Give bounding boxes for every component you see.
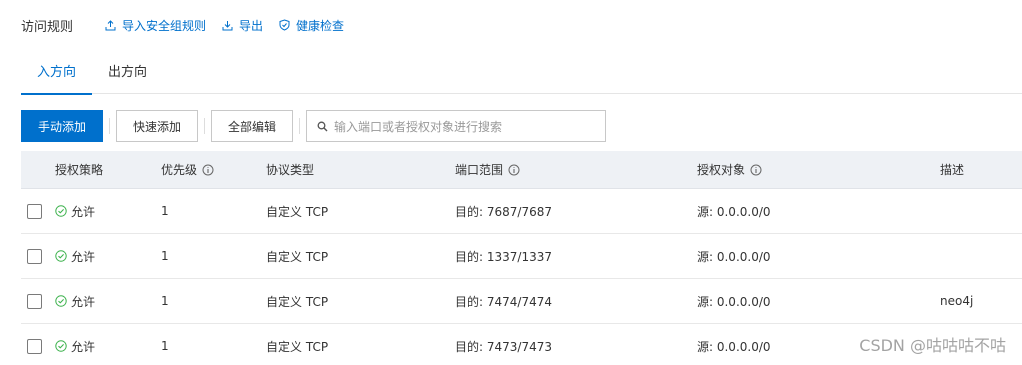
direction-tabs: 入方向 出方向 <box>21 60 1022 95</box>
tab-inbound[interactable]: 入方向 <box>21 60 93 95</box>
check-circle-icon <box>55 295 67 307</box>
table-row: 允许 1 自定义 TCP 目的: 7687/7687 源: 0.0.0.0/0 <box>21 189 1022 234</box>
info-icon[interactable] <box>202 164 214 176</box>
check-circle-icon <box>55 250 67 262</box>
info-icon[interactable] <box>750 164 762 176</box>
health-check-label: 健康检查 <box>296 18 345 33</box>
manual-add-button[interactable]: 手动添加 <box>21 110 104 142</box>
port-text: 目的: 7474/7474 <box>455 294 552 309</box>
protocol-text: 自定义 TCP <box>266 204 329 219</box>
policy-text: 允许 <box>71 204 96 219</box>
search-icon <box>317 121 328 131</box>
description-text: neo4j <box>940 294 974 308</box>
col-policy: 授权策略 <box>55 163 104 177</box>
shield-check-icon <box>279 19 290 31</box>
check-circle-icon <box>55 340 67 352</box>
priority-text: 1 <box>161 204 169 218</box>
page-title: 访问规则 <box>21 19 74 35</box>
policy-text: 允许 <box>71 249 96 264</box>
table-row: 允许 1 自定义 TCP 目的: 7474/7474 源: 0.0.0.0/0 … <box>21 279 1022 324</box>
priority-text: 1 <box>161 339 169 353</box>
row-checkbox[interactable] <box>27 248 42 264</box>
protocol-text: 自定义 TCP <box>266 249 329 264</box>
protocol-text: 自定义 TCP <box>266 294 329 309</box>
row-checkbox[interactable] <box>27 203 42 219</box>
search-input[interactable]: 输入端口或者授权对象进行搜索 <box>306 110 607 142</box>
edit-all-button[interactable]: 全部编辑 <box>211 110 294 142</box>
table-row: 允许 1 自定义 TCP 目的: 1337/1337 源: 0.0.0.0/0 <box>21 234 1022 279</box>
export-label: 导出 <box>239 18 264 33</box>
port-text: 目的: 7687/7687 <box>455 204 552 219</box>
col-description: 描述 <box>940 163 965 177</box>
quick-add-button[interactable]: 快速添加 <box>116 110 199 142</box>
toolbar: 手动添加 快速添加 全部编辑 输入端口或者授权对象进行搜索 <box>21 110 607 142</box>
priority-text: 1 <box>161 294 169 308</box>
col-protocol: 协议类型 <box>266 163 315 177</box>
info-icon[interactable] <box>508 164 520 176</box>
search-placeholder: 输入端口或者授权对象进行搜索 <box>334 119 503 134</box>
col-priority: 优先级 <box>161 161 266 178</box>
page-header: 访问规则 导入安全组规则 导出 健康检查 <box>21 15 360 35</box>
check-circle-icon <box>55 205 67 217</box>
watermark: CSDN @咕咕咕不咕 <box>859 336 1006 355</box>
priority-text: 1 <box>161 249 169 263</box>
protocol-text: 自定义 TCP <box>266 339 329 354</box>
policy-text: 允许 <box>71 339 96 354</box>
col-port: 端口范围 <box>455 161 697 178</box>
download-icon <box>222 20 233 30</box>
port-text: 目的: 7473/7473 <box>455 339 552 354</box>
col-source: 授权对象 <box>697 161 940 178</box>
row-checkbox[interactable] <box>27 338 42 354</box>
import-label: 导入安全组规则 <box>122 18 207 33</box>
source-text: 源: 0.0.0.0/0 <box>697 249 771 264</box>
policy-text: 允许 <box>71 294 96 309</box>
source-text: 源: 0.0.0.0/0 <box>697 294 771 309</box>
divider <box>299 118 301 134</box>
row-checkbox[interactable] <box>27 293 42 309</box>
divider <box>204 118 206 134</box>
export-link[interactable]: 导出 <box>222 17 263 34</box>
port-text: 目的: 1337/1337 <box>455 249 552 264</box>
divider <box>109 118 111 134</box>
import-security-group-rules-link[interactable]: 导入安全组规则 <box>105 17 206 34</box>
table-header: 授权策略 优先级 协议类型 端口范围 授权对象 描述 <box>21 151 1022 189</box>
tab-outbound[interactable]: 出方向 <box>92 60 163 94</box>
upload-icon <box>105 19 116 30</box>
source-text: 源: 0.0.0.0/0 <box>697 204 771 219</box>
health-check-link[interactable]: 健康检查 <box>279 17 344 34</box>
